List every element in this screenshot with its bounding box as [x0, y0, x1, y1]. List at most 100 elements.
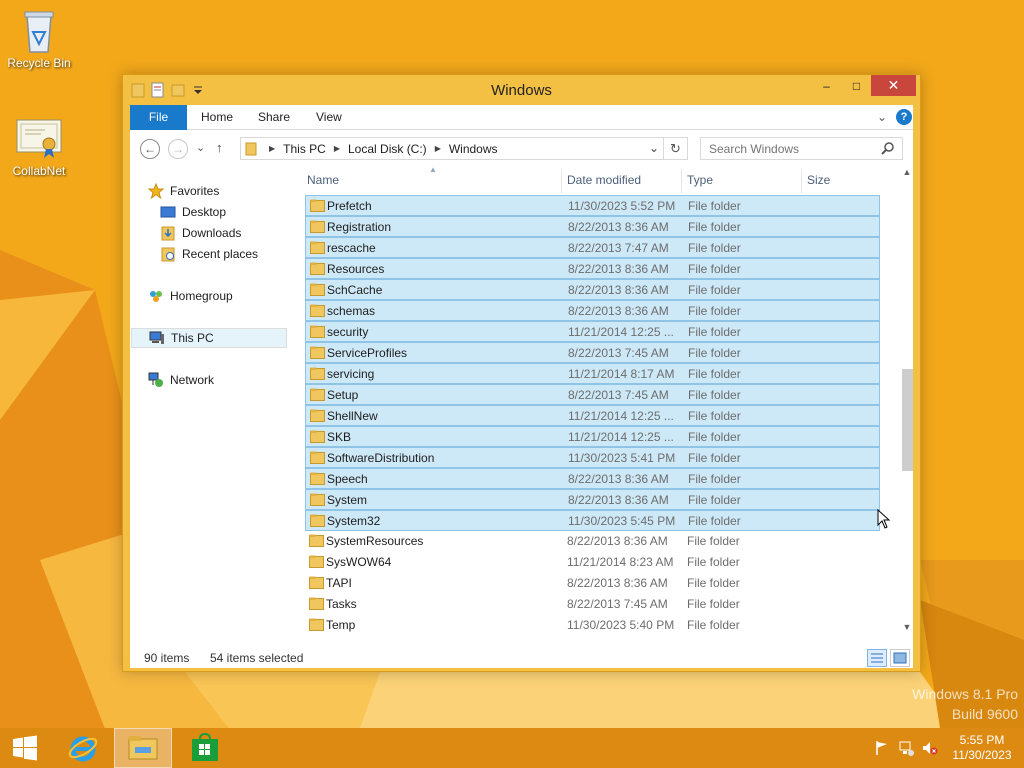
nav-item-recent-places[interactable]: Recent places	[160, 244, 318, 264]
recent-places-icon	[161, 247, 175, 262]
file-name: Resources	[327, 262, 385, 276]
taskbar-clock[interactable]: 5:55 PM 11/30/2023	[946, 733, 1018, 763]
scroll-up-icon[interactable]: ▲	[901, 167, 913, 177]
file-name: rescache	[327, 241, 376, 255]
column-divider[interactable]	[561, 169, 562, 193]
tab-home[interactable]: Home	[201, 105, 233, 130]
file-type: File folder	[687, 576, 740, 590]
taskbar-internet-explorer[interactable]	[54, 728, 112, 768]
file-row[interactable]: Setup 8/22/2013 7:45 AM File folder	[305, 384, 880, 405]
folder-icon	[310, 220, 325, 233]
network-icon	[148, 372, 163, 387]
network-status-icon[interactable]	[898, 740, 914, 756]
folder-icon	[310, 409, 325, 422]
maximize-button[interactable]: □	[843, 75, 870, 96]
file-row[interactable]: servicing 11/21/2014 8:17 AM File folder	[305, 363, 880, 384]
file-row[interactable]: TAPI 8/22/2013 8:36 AM File folder	[305, 573, 880, 594]
search-icon[interactable]	[881, 141, 895, 155]
store-icon	[192, 733, 218, 761]
file-row[interactable]: Prefetch 11/30/2023 5:52 PM File folder	[305, 195, 880, 216]
file-row[interactable]: Tasks 8/22/2013 7:45 AM File folder	[305, 594, 880, 615]
back-button[interactable]: ←	[140, 139, 160, 159]
start-button[interactable]	[0, 728, 50, 768]
desktop-icon-collabnet[interactable]: CollabNet	[2, 114, 76, 178]
tab-view[interactable]: View	[316, 105, 342, 130]
folder-icon	[310, 304, 325, 317]
scrollbar-thumb[interactable]	[902, 369, 913, 471]
folder-icon	[310, 430, 325, 443]
nav-item-downloads[interactable]: Downloads	[160, 223, 318, 243]
title-bar[interactable]: Windows – □ ✕	[123, 75, 920, 105]
tab-file[interactable]: File	[130, 105, 187, 130]
help-button[interactable]: ?	[896, 109, 912, 125]
file-row[interactable]: Temp 11/30/2023 5:40 PM File folder	[305, 615, 880, 636]
vertical-scrollbar[interactable]: ▲ ▼	[901, 165, 913, 636]
file-explorer-icon	[128, 736, 158, 760]
minimize-button[interactable]: –	[813, 75, 840, 96]
address-dropdown-button[interactable]: ⌄	[649, 141, 659, 155]
file-row[interactable]: SoftwareDistribution 11/30/2023 5:41 PM Fi…	[305, 447, 880, 468]
folder-icon	[310, 325, 325, 338]
file-row[interactable]: Speech 8/22/2013 8:36 AM File folder	[305, 468, 880, 489]
breadcrumb-this-pc[interactable]: This PC	[283, 142, 326, 156]
file-name: security	[327, 325, 369, 339]
column-divider[interactable]	[681, 169, 682, 193]
volume-muted-icon[interactable]	[922, 740, 938, 756]
action-center-flag-icon[interactable]	[874, 740, 890, 756]
breadcrumb-separator: ▶	[333, 144, 340, 153]
file-name: TAPI	[326, 576, 352, 590]
file-row[interactable]: ServiceProfiles 8/22/2013 7:45 AM File fol…	[305, 342, 880, 363]
folder-icon	[310, 262, 325, 275]
search-input[interactable]	[700, 137, 903, 160]
breadcrumb-local-disk[interactable]: Local Disk (C:)	[348, 142, 427, 156]
file-row[interactable]: System32 11/30/2023 5:45 PM File folder	[305, 510, 880, 531]
file-row[interactable]: schemas 8/22/2013 8:36 AM File folder	[305, 300, 880, 321]
nav-item-desktop[interactable]: Desktop	[160, 202, 318, 222]
nav-item-label: Downloads	[182, 226, 242, 240]
file-row[interactable]: ShellNew 11/21/2014 12:25 ... File folder	[305, 405, 880, 426]
file-name: SchCache	[327, 283, 383, 297]
file-row[interactable]: SchCache 8/22/2013 8:36 AM File folder	[305, 279, 880, 300]
file-name: Speech	[327, 472, 368, 486]
address-bar[interactable]: ▶ This PC ▶ Local Disk (C:) ▶ Windows ⌄	[240, 137, 664, 160]
taskbar-store[interactable]	[176, 728, 234, 768]
nav-item-network[interactable]: Network	[148, 370, 306, 390]
column-divider[interactable]	[801, 169, 802, 193]
close-button[interactable]: ✕	[871, 75, 916, 96]
forward-button[interactable]: →	[168, 139, 188, 159]
file-row[interactable]: Registration 8/22/2013 8:36 AM File folder	[305, 216, 880, 237]
column-name[interactable]: Name	[307, 173, 339, 187]
nav-item-this-pc[interactable]: This PC	[131, 328, 287, 348]
file-row[interactable]: SystemResources 8/22/2013 8:36 AM File fol…	[305, 531, 880, 552]
tab-share[interactable]: Share	[258, 105, 290, 130]
nav-item-homegroup[interactable]: Homegroup	[148, 286, 306, 306]
breadcrumb-windows[interactable]: Windows	[449, 142, 498, 156]
window-content: File Home Share View ⌄ ? ← → ⌄ ↑ ▶ This …	[130, 105, 913, 668]
file-row[interactable]: SKB 11/21/2014 12:25 ... File folder	[305, 426, 880, 447]
nav-item-favorites[interactable]: Favorites	[148, 181, 306, 201]
large-icons-view-button[interactable]	[890, 649, 910, 667]
details-view-button[interactable]	[867, 649, 887, 667]
column-size[interactable]: Size	[807, 173, 830, 187]
file-row[interactable]: System 8/22/2013 8:36 AM File folder	[305, 489, 880, 510]
desktop-icon-recycle-bin[interactable]: Recycle Bin	[2, 6, 76, 70]
file-row[interactable]: security 11/21/2014 12:25 ... File folder	[305, 321, 880, 342]
file-row[interactable]: SysWOW64 11/21/2014 8:23 AM File folder	[305, 552, 880, 573]
recycle-bin-icon	[15, 6, 63, 54]
taskbar-file-explorer[interactable]	[114, 728, 172, 768]
file-row[interactable]: rescache 8/22/2013 7:47 AM File folder	[305, 237, 880, 258]
window-title: Windows	[491, 82, 552, 99]
file-row[interactable]: Resources 8/22/2013 8:36 AM File folder	[305, 258, 880, 279]
file-date-modified: 11/21/2014 12:25 ...	[568, 430, 674, 444]
column-type[interactable]: Type	[687, 173, 713, 187]
refresh-button[interactable]: ↻	[664, 137, 688, 160]
up-button[interactable]: ↑	[216, 140, 223, 155]
recent-locations-button[interactable]: ⌄	[196, 141, 205, 154]
certificate-icon	[15, 114, 63, 162]
status-bar: 90 items 54 items selected	[130, 646, 913, 668]
column-date-modified[interactable]: Date modified	[567, 173, 641, 187]
breadcrumb-separator: ▶	[269, 144, 276, 153]
nav-item-label: This PC	[171, 331, 214, 345]
scroll-down-icon[interactable]: ▼	[901, 622, 913, 632]
expand-ribbon-button[interactable]: ⌄	[874, 109, 890, 125]
